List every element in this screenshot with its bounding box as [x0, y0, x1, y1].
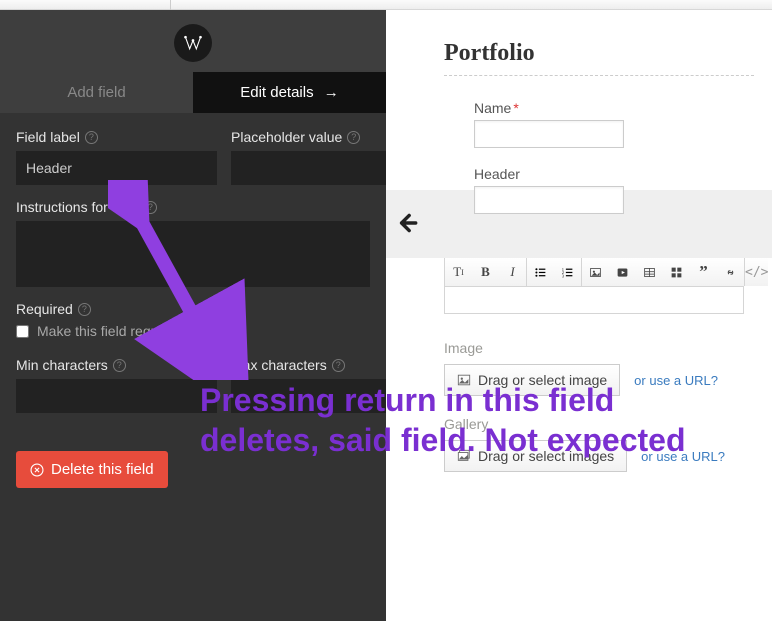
instructions-label: Instructions for user ? — [16, 199, 370, 215]
help-icon[interactable]: ? — [78, 303, 91, 316]
title-divider — [444, 75, 754, 76]
name-label: Name* — [474, 100, 772, 116]
help-icon[interactable]: ? — [85, 131, 98, 144]
grid-icon[interactable] — [663, 258, 690, 286]
use-url-link[interactable]: or use a URL? — [634, 373, 718, 388]
min-chars-input[interactable] — [16, 379, 217, 413]
tab-edit-details[interactable]: Edit details → — [193, 72, 386, 113]
image-icon[interactable] — [582, 258, 609, 286]
bold-icon[interactable]: B — [472, 258, 499, 286]
x-circle-icon — [30, 463, 44, 477]
page-title: Portfolio — [444, 40, 772, 67]
instructions-input[interactable] — [16, 221, 370, 287]
required-checkbox-label: Make this field required — [37, 323, 182, 339]
back-arrow-icon[interactable] — [394, 210, 420, 243]
logo-w-icon — [183, 33, 203, 53]
link-icon[interactable] — [717, 258, 744, 286]
svg-text:3: 3 — [562, 273, 564, 278]
drag-select-images-button[interactable]: Drag or select images — [444, 440, 627, 472]
header-label: Header — [474, 166, 772, 182]
panel-tabs: Add field Edit details → — [0, 72, 386, 113]
app-root: Add field Edit details → Field label ? P… — [0, 10, 772, 621]
code-icon[interactable]: </> — [745, 258, 768, 286]
name-input[interactable] — [474, 120, 624, 148]
wysiwyg-editor[interactable] — [444, 286, 744, 314]
panel-body: Field label ? Placeholder value ? Instru… — [0, 113, 386, 621]
header-input[interactable] — [474, 186, 624, 214]
required-star-icon: * — [513, 100, 518, 116]
name-field-block: Name* — [474, 100, 772, 148]
image-label: Image — [444, 340, 772, 356]
list-ul-icon[interactable] — [527, 258, 554, 286]
field-label-input[interactable] — [16, 151, 217, 185]
tab-add-field[interactable]: Add field — [0, 72, 193, 113]
italic-icon[interactable]: I — [499, 258, 526, 286]
tab-edit-label: Edit details — [240, 84, 313, 101]
header-field-block[interactable]: Header — [452, 166, 772, 214]
help-icon[interactable]: ? — [144, 201, 157, 214]
gallery-field-block: Gallery Drag or select images or use a U… — [444, 416, 772, 472]
use-url-link[interactable]: or use a URL? — [641, 449, 725, 464]
help-icon[interactable]: ? — [347, 131, 360, 144]
table-icon[interactable] — [636, 258, 663, 286]
video-icon[interactable] — [609, 258, 636, 286]
app-logo[interactable] — [174, 24, 212, 62]
list-ol-icon[interactable]: 123 — [554, 258, 581, 286]
gallery-label: Gallery — [444, 416, 772, 432]
delete-field-button[interactable]: Delete this field — [16, 451, 168, 488]
logo-wrap — [0, 10, 386, 72]
edit-panel: Add field Edit details → Field label ? P… — [0, 10, 386, 621]
drag-select-image-button[interactable]: Drag or select image — [444, 364, 620, 396]
wysiwyg-toolbar: TI B I 123 ” </> — [444, 257, 744, 286]
required-label: Required ? — [16, 301, 370, 317]
window-chrome-top — [0, 0, 772, 10]
required-checkbox[interactable] — [16, 325, 29, 338]
quote-icon[interactable]: ” — [690, 258, 717, 286]
help-icon[interactable]: ? — [113, 359, 126, 372]
min-chars-label: Min characters ? — [16, 357, 217, 373]
preview-panel: Portfolio Name* Header WYSIWYG text TI B… — [386, 10, 772, 621]
field-label-label: Field label ? — [16, 129, 217, 145]
help-icon[interactable]: ? — [332, 359, 345, 372]
image-field-block: Image Drag or select image or use a URL? — [444, 340, 772, 396]
pictures-icon — [457, 449, 471, 463]
picture-icon — [457, 373, 471, 387]
text-size-icon[interactable]: TI — [445, 258, 472, 286]
arrow-right-icon: → — [324, 84, 339, 101]
